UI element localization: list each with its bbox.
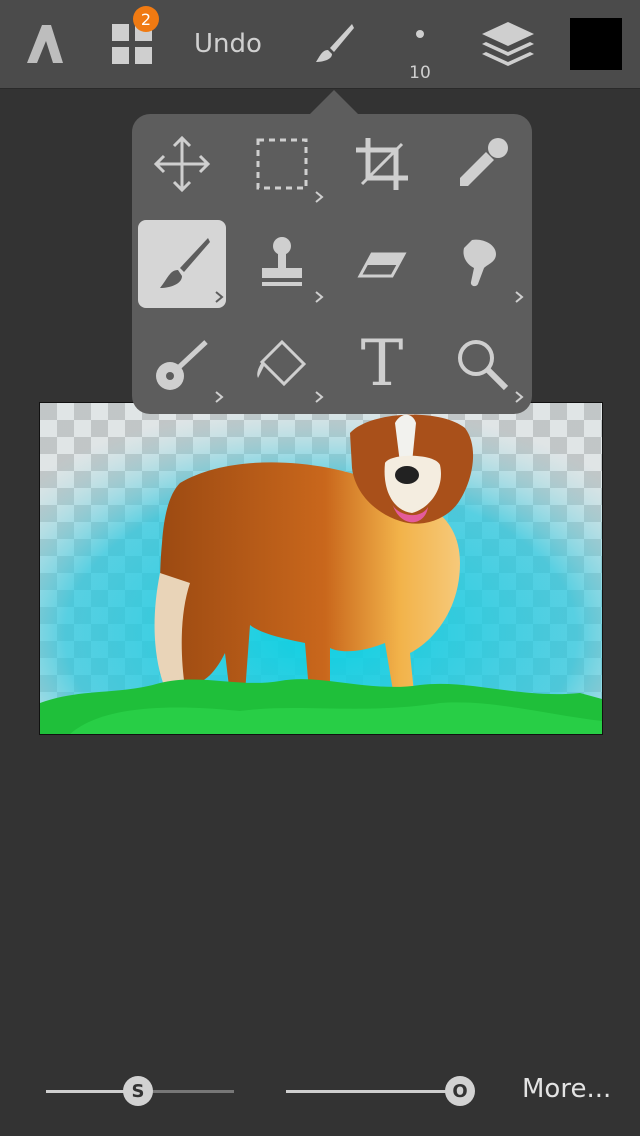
gradient-icon xyxy=(156,340,208,390)
tool-fill[interactable] xyxy=(238,320,326,408)
crop-icon xyxy=(356,138,408,190)
color-swatch[interactable] xyxy=(570,18,622,70)
tool-brush[interactable] xyxy=(138,220,226,308)
tool-stamp[interactable] xyxy=(238,220,326,308)
tool-gradient[interactable] xyxy=(138,320,226,408)
chevron-right-icon xyxy=(215,291,224,303)
chevron-right-icon xyxy=(515,391,524,403)
tool-move[interactable] xyxy=(138,120,226,208)
eraser-icon xyxy=(357,252,407,278)
bottom-bar: S O More... xyxy=(0,1060,640,1120)
chevron-right-icon xyxy=(515,291,524,303)
chevron-right-icon xyxy=(315,291,324,303)
tool-select[interactable] xyxy=(238,120,326,208)
opacity-slider-handle[interactable]: O xyxy=(445,1076,475,1106)
brush-size-dot[interactable] xyxy=(416,30,424,38)
size-slider-handle[interactable]: S xyxy=(123,1076,153,1106)
brush-size-value: 10 xyxy=(409,63,431,83)
eyedropper-icon xyxy=(460,138,508,186)
magnifier-icon xyxy=(458,340,509,391)
more-button[interactable]: More... xyxy=(522,1074,611,1104)
fill-icon xyxy=(257,339,307,387)
layers-icon[interactable] xyxy=(478,16,538,72)
top-toolbar: 2 Undo 10 xyxy=(0,0,640,88)
tool-eraser[interactable] xyxy=(338,220,426,308)
drawing-canvas[interactable] xyxy=(39,402,603,735)
stamp-icon xyxy=(262,237,302,286)
tool-smudge[interactable] xyxy=(438,220,526,308)
selection-icon xyxy=(256,138,308,190)
app-logo-icon[interactable] xyxy=(16,16,72,72)
text-icon: T xyxy=(360,327,404,401)
tool-crop[interactable] xyxy=(338,120,426,208)
tool-text[interactable]: T xyxy=(338,320,426,408)
tool-zoom[interactable] xyxy=(438,320,526,408)
chevron-right-icon xyxy=(315,391,324,403)
chevron-right-icon xyxy=(315,191,324,203)
brush-icon[interactable] xyxy=(306,18,358,70)
chevron-right-icon xyxy=(215,391,224,403)
opacity-slider-track[interactable] xyxy=(286,1090,460,1093)
move-icon xyxy=(153,135,211,193)
undo-button[interactable]: Undo xyxy=(188,24,268,64)
tool-eyedropper[interactable] xyxy=(438,120,526,208)
popup-pointer xyxy=(310,90,358,114)
tools-popup: T xyxy=(132,114,532,414)
brush-icon xyxy=(160,238,210,288)
smudge-icon xyxy=(463,239,496,287)
layers-count-badge: 2 xyxy=(133,6,159,32)
